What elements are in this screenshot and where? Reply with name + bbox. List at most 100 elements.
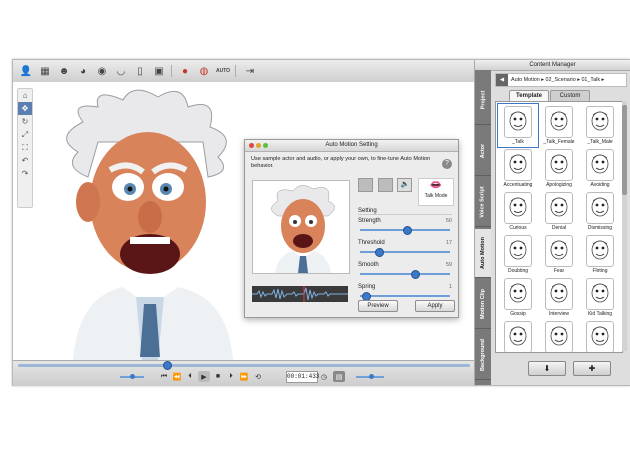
export-icon[interactable]: ⇥ xyxy=(243,64,257,78)
mouth-icon[interactable]: ◡ xyxy=(114,64,128,78)
play-icon[interactable]: ▶ xyxy=(198,371,210,382)
timeline-playhead[interactable] xyxy=(163,361,173,370)
side-tab-motion-clip[interactable]: Motion Clip xyxy=(475,280,491,329)
slider-knob[interactable] xyxy=(374,248,384,257)
template-item[interactable]: Accentuating xyxy=(498,147,538,190)
stop-icon[interactable]: ■ xyxy=(213,371,223,382)
template-item[interactable]: Denial xyxy=(539,190,579,233)
template-item[interactable] xyxy=(539,319,579,352)
close-icon[interactable] xyxy=(249,143,254,148)
face-thumbnail-icon xyxy=(545,149,573,181)
slider-track[interactable] xyxy=(360,270,450,279)
fit-icon[interactable]: ⛶ xyxy=(18,141,32,154)
template-item[interactable]: _Talk xyxy=(497,103,539,148)
template-label: Flirting xyxy=(592,268,608,274)
undo-icon[interactable]: ↶ xyxy=(18,154,32,167)
lips-icon: 👄 xyxy=(429,180,443,191)
play-sample-button[interactable] xyxy=(358,178,373,192)
scale-icon[interactable]: ⤢ xyxy=(18,128,32,141)
fast-forward-icon[interactable]: ⏩ xyxy=(239,371,249,382)
slider-value: 1 xyxy=(448,284,452,290)
template-item[interactable]: Kid Talking xyxy=(580,276,620,319)
template-item[interactable]: Interview xyxy=(539,276,579,319)
talk-mode-button[interactable]: 👄 Talk Mode xyxy=(418,178,454,206)
template-item[interactable]: Gossip xyxy=(498,276,538,319)
tab-template[interactable]: Template xyxy=(509,90,549,101)
grid-scrollbar[interactable] xyxy=(622,101,627,351)
breadcrumb-path[interactable]: Auto Motion ▸ 02_Scenario ▸ 01_Talk ▸ xyxy=(511,77,604,83)
move-icon[interactable]: ✥ xyxy=(18,102,32,115)
home-icon[interactable]: ⌂ xyxy=(18,89,32,102)
marker-icon[interactable]: ▤ xyxy=(333,371,345,382)
slider-track[interactable] xyxy=(360,226,450,235)
eye-icon[interactable]: ◉ xyxy=(95,64,109,78)
template-item[interactable]: Flirting xyxy=(580,233,620,276)
face-thumbnail-icon xyxy=(545,106,573,138)
download-button[interactable]: ⬇ xyxy=(528,361,566,376)
template-item[interactable]: Dismissing xyxy=(580,190,620,233)
side-tab-project[interactable]: Project xyxy=(475,76,491,125)
template-item[interactable]: _Talk_Female xyxy=(539,104,579,147)
content-manager-title: Content Manager xyxy=(475,60,630,71)
step-forward-icon[interactable]: ⏵ xyxy=(226,371,236,382)
speaker-icon[interactable]: 🔈 xyxy=(397,178,413,192)
face-thumbnail-icon xyxy=(545,235,573,267)
clock-icon[interactable]: ◷ xyxy=(319,371,329,382)
actor-icon[interactable]: 👤 xyxy=(19,64,33,78)
volume-slider[interactable] xyxy=(117,371,147,382)
side-tab-background[interactable]: Background xyxy=(475,331,491,380)
template-item[interactable]: Curious xyxy=(498,190,538,233)
template-label: Doubting xyxy=(507,268,528,274)
content-manager: Content Manager Project Actor Voice Script… xyxy=(474,60,630,385)
slider-track[interactable] xyxy=(360,292,450,301)
time-display[interactable]: 00:01:433 xyxy=(286,371,319,383)
load-audio-button[interactable] xyxy=(377,178,393,192)
template-item[interactable]: Apologizing xyxy=(539,147,579,190)
slider-value: 59 xyxy=(445,262,452,268)
loop-icon[interactable]: ⟲ xyxy=(253,371,263,382)
timeline-scrubber[interactable] xyxy=(18,361,470,370)
minimize-icon[interactable] xyxy=(256,143,261,148)
template-grid: _Talk _Talk_Female _Talk_Male Accentuating A… xyxy=(495,101,623,353)
slider-track[interactable] xyxy=(360,248,450,257)
prev-key-icon[interactable]: ⏮ xyxy=(159,371,169,382)
template-item[interactable] xyxy=(498,319,538,352)
redo-icon[interactable]: ↷ xyxy=(18,167,32,180)
zoom-icon[interactable] xyxy=(263,143,268,148)
body-icon[interactable]: ▯ xyxy=(133,64,147,78)
image-icon[interactable]: ▣ xyxy=(152,64,166,78)
add-button[interactable]: ✚ xyxy=(573,361,611,376)
face-icon[interactable]: ◕ xyxy=(76,64,90,78)
head-icon[interactable]: ☻ xyxy=(57,64,71,78)
speed-slider[interactable] xyxy=(353,371,387,382)
audio-record-icon[interactable]: ● xyxy=(178,64,192,78)
preview-button[interactable]: Preview xyxy=(358,300,398,312)
slider-row-strength: Strength 50 xyxy=(358,218,452,240)
auto-icon[interactable]: AUTO xyxy=(216,64,230,78)
template-item[interactable]: Avoiding xyxy=(580,147,620,190)
side-tab-label: Motion Clip xyxy=(480,289,486,319)
template-item[interactable]: Fear xyxy=(539,233,579,276)
template-item[interactable]: _Talk_Male xyxy=(580,104,620,147)
breadcrumb: ◀ Auto Motion ▸ 02_Scenario ▸ 01_Talk ▸ xyxy=(495,73,627,87)
rewind-icon[interactable]: ⏪ xyxy=(172,371,182,382)
slider-knob[interactable] xyxy=(403,226,412,235)
slider-knob[interactable] xyxy=(410,270,420,279)
motion-record-icon[interactable]: ◍ xyxy=(197,64,211,78)
side-tab-voice-script[interactable]: Voice Script xyxy=(475,178,491,227)
scroll-thumb[interactable] xyxy=(622,105,627,195)
content-tabs: Template Custom xyxy=(509,90,591,101)
side-tab-actor[interactable]: Actor xyxy=(475,127,491,176)
tab-custom[interactable]: Custom xyxy=(550,90,590,101)
face-thumbnail-icon xyxy=(504,149,532,181)
template-item[interactable] xyxy=(580,319,620,352)
template-item[interactable]: Doubting xyxy=(498,233,538,276)
step-back-icon[interactable]: ⏴ xyxy=(185,371,195,382)
rotate-icon[interactable]: ↻ xyxy=(18,115,32,128)
help-button[interactable]: ? xyxy=(442,159,452,169)
side-tab-auto-motion[interactable]: Auto Motion xyxy=(475,229,491,278)
apply-button[interactable]: Apply xyxy=(415,300,455,312)
back-icon[interactable]: ◀ xyxy=(496,74,508,86)
scene-icon[interactable]: ▦ xyxy=(38,64,52,78)
dialog-titlebar: Auto Motion Setting xyxy=(245,140,458,152)
